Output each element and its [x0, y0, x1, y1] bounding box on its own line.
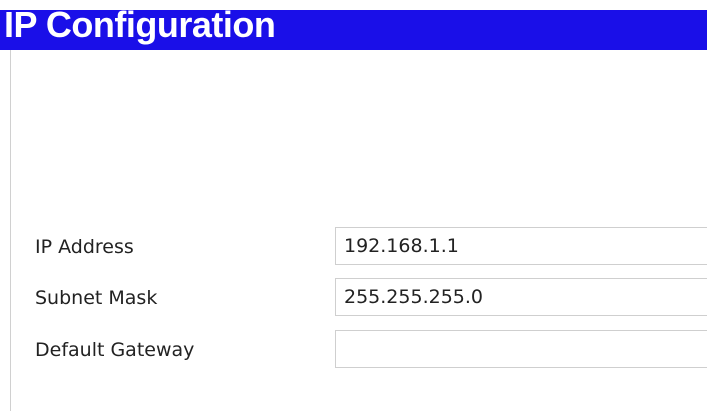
ip-address-row: IP Address	[11, 227, 707, 267]
top-strip	[0, 0, 707, 10]
ip-config-panel: IP Address Subnet Mask Default Gateway	[10, 50, 707, 411]
page-title: IP Configuration	[4, 10, 276, 45]
ip-address-input[interactable]	[335, 227, 707, 265]
subnet-mask-row: Subnet Mask	[11, 278, 707, 318]
title-bar: IP Configuration	[0, 10, 707, 50]
ip-address-label: IP Address	[35, 236, 134, 258]
subnet-mask-input[interactable]	[335, 278, 707, 316]
default-gateway-label: Default Gateway	[35, 339, 195, 361]
default-gateway-row: Default Gateway	[11, 330, 707, 370]
subnet-mask-label: Subnet Mask	[35, 287, 158, 309]
default-gateway-input[interactable]	[335, 330, 707, 368]
